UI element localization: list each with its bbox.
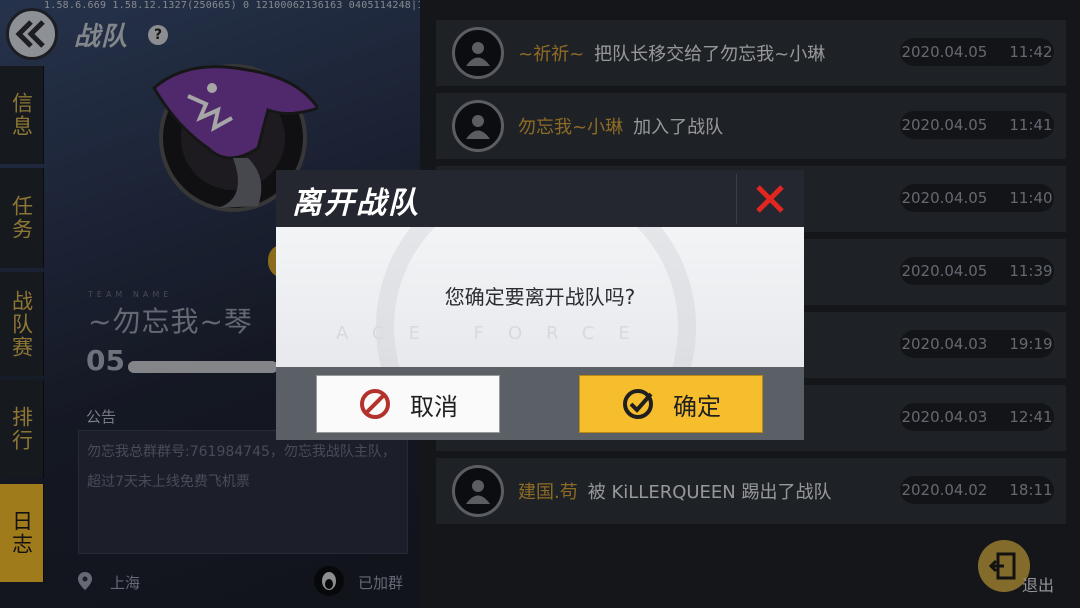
confirm-button[interactable]: 确定 <box>579 375 763 433</box>
cancel-label: 取消 <box>410 392 458 421</box>
dialog-watermark: ACE FORCE <box>336 323 654 344</box>
close-icon <box>756 185 784 213</box>
dialog-message: 您确定要离开战队吗? <box>444 285 636 309</box>
confirm-label: 确定 <box>673 392 721 421</box>
dialog-body: ACE FORCE 您确定要离开战队吗? <box>276 227 804 377</box>
close-button[interactable] <box>736 174 803 224</box>
cancel-icon <box>360 389 390 419</box>
cancel-button[interactable]: 取消 <box>316 375 500 433</box>
leave-team-dialog: 离开战队 ACE FORCE 您确定要离开战队吗? 取消 确定 <box>276 170 804 440</box>
check-circle-icon <box>623 389 653 419</box>
dialog-title: 离开战队 <box>292 186 420 221</box>
